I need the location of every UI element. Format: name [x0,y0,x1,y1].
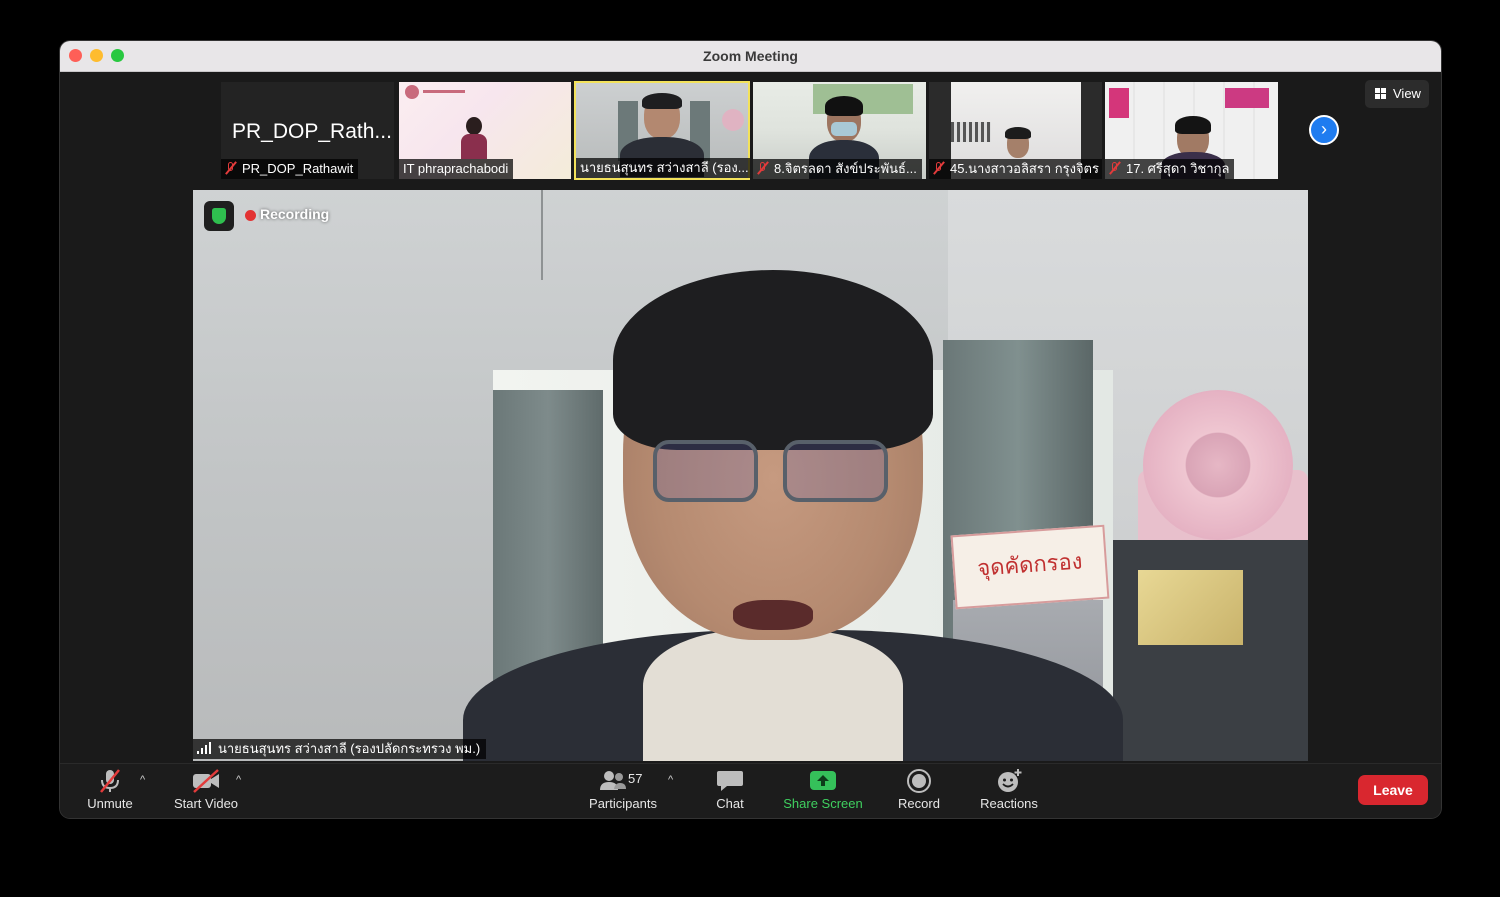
participant-name: IT phraprachabodi [403,161,509,176]
logo-text-line [423,90,465,93]
blinds [951,122,991,142]
record-button[interactable]: Record [894,768,944,816]
participant-body [461,134,487,159]
book-stack [1109,88,1129,118]
start-video-label: Start Video [173,796,239,811]
share-screen-arrow-icon [808,768,838,794]
zoom-window: Zoom Meeting PR_DOP_Rath... PR_DOP_Ratha… [60,41,1441,818]
participant-hair [1175,116,1211,134]
record-icon [904,768,934,794]
mic-muted-icon [1109,162,1121,175]
chat-button[interactable]: Chat [705,768,755,816]
participant-display-name: PR_DOP_Rath... [232,120,392,143]
unmute-button[interactable]: Unmute [82,768,138,816]
book-stack [1225,88,1269,108]
participant-tile-4[interactable]: 8.จิตรลดา สังข์ประพันธ์... [753,82,926,179]
mic-muted-icon [757,162,769,175]
participant-name: 17. ศรีสุดา วิชากุล [1126,161,1230,176]
fan [722,109,744,131]
reactions-button[interactable]: Reactions [974,768,1044,816]
mic-off-icon [95,768,125,794]
participant-hair [1005,127,1031,139]
pink-fan [1143,390,1293,540]
participant-name: นายธนสุนทร สว่างสาลี (รอง... [580,160,749,175]
next-page-button[interactable]: › [1309,115,1339,145]
speaker-hair [613,270,933,450]
participant-name-bar: นายธนสุนทร สว่างสาลี (รอง... [576,158,750,178]
recording-label: Recording [260,206,330,222]
participant-name: 8.จิตรลดา สังข์ประพันธ์... [774,161,917,176]
speaker-glasses [653,440,893,510]
participants-options-caret-icon[interactable]: ^ [668,774,673,786]
mic-muted-icon [933,162,945,175]
speaker-collar [643,630,903,761]
meeting-toolbar: Unmute ^ Start Video ^ 57 Participants ^… [60,763,1441,818]
grid-view-icon [1375,88,1386,99]
participant-name-bar: 17. ศรีสุดา วิชากุล [1105,159,1235,179]
participants-label: Participants [589,796,657,811]
participant-tile-1[interactable]: PR_DOP_Rath... PR_DOP_Rathawit [221,82,394,179]
speaker-name: นายธนสุนทร สว่างสาลี (รองปลัดกระทรวง พม.… [218,741,481,756]
speaker-mouth [733,600,813,630]
participants-count: 57 [628,771,643,786]
participant-name-bar: IT phraprachabodi [399,159,514,179]
participant-name-bar: PR_DOP_Rathawit [221,159,359,179]
face-mask [831,122,857,136]
active-speaker-video: จุดคัดกรอง Recording นายธนสุนทร สว่างสาล… [193,190,1308,761]
participant-hair [825,96,863,116]
video-options-caret-icon[interactable]: ^ [236,774,241,786]
participant-hair [642,93,682,109]
poster [1138,570,1243,645]
organization-logo-icon [405,85,419,99]
chat-label: Chat [716,796,744,811]
audio-options-caret-icon[interactable]: ^ [140,774,145,786]
speaker-name-bar: นายธนสุนทร สว่างสาลี (รองปลัดกระทรวง พม.… [193,739,487,759]
share-screen-button[interactable]: Share Screen [778,768,868,816]
mic-muted-icon [225,162,237,175]
participant-tile-2[interactable]: IT phraprachabodi [399,82,571,179]
leave-button[interactable]: Leave [1358,775,1428,805]
participant-head [466,117,482,135]
start-video-button[interactable]: Start Video [168,768,244,816]
window-title: Zoom Meeting [703,48,798,64]
shield-check-icon [212,208,226,224]
share-screen-label: Share Screen [783,796,863,811]
smiley-plus-icon [994,768,1024,794]
participants-button[interactable]: 57 Participants [585,768,661,816]
participants-icon: 57 [598,768,648,794]
screening-point-sign: จุดคัดกรอง [950,524,1110,610]
participant-name-bar: 45.นางสาวอลิสรา กรุงจิตร [929,159,1102,179]
reactions-label: Reactions [980,796,1038,811]
participant-name-bar: 8.จิตรลดา สังข์ประพันธ์... [753,159,922,179]
participant-tile-5[interactable]: 45.นางสาวอลิสรา กรุงจิตร [929,82,1102,179]
participant-name: 45.นางสาวอลิสรา กรุงจิตร [950,161,1099,176]
chat-bubble-icon [715,768,745,794]
video-off-icon [191,768,221,794]
participant-tile-3-active[interactable]: นายธนสุนทร สว่างสาลี (รอง... [574,81,750,180]
record-label: Record [898,796,940,811]
lamp-cord [541,190,543,280]
participant-name: PR_DOP_Rathawit [242,161,354,176]
unmute-label: Unmute [87,796,133,811]
recording-dot-icon [245,210,256,221]
chevron-right-icon: › [1321,119,1327,139]
signal-strength-icon [197,742,213,754]
encryption-badge[interactable] [204,201,234,231]
title-bar: Zoom Meeting [60,41,1441,72]
view-button[interactable]: View [1365,80,1429,108]
participant-tile-6[interactable]: 17. ศรีสุดา วิชากุล [1105,82,1278,179]
view-label: View [1393,86,1421,101]
